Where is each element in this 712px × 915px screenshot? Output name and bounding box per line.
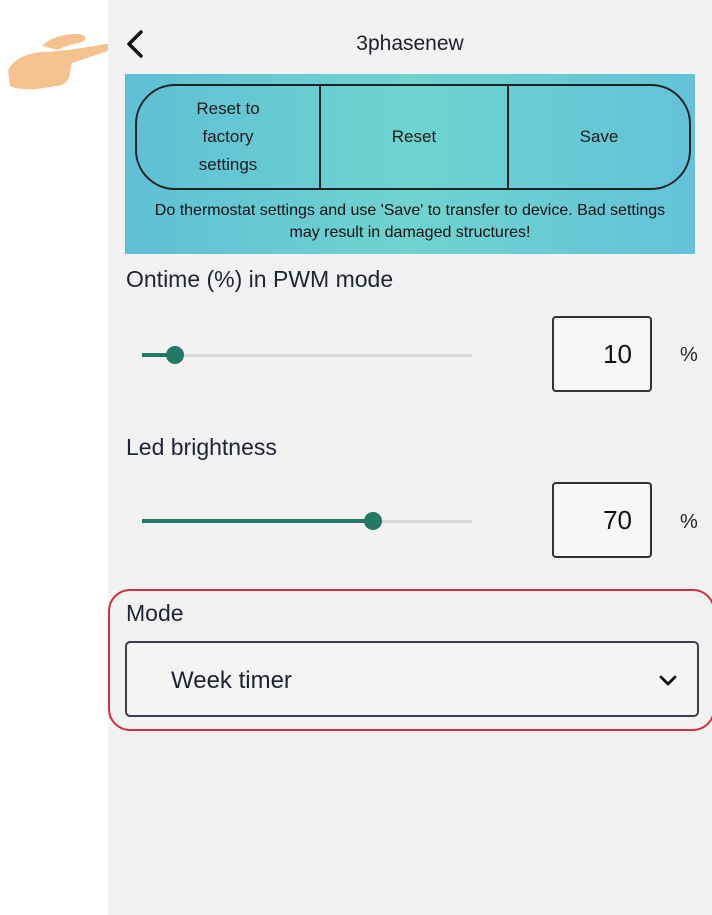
top-bar: 3phasenew [108, 8, 712, 80]
action-button-group: Reset to factory settings Reset Save [135, 84, 691, 190]
ontime-slider[interactable] [142, 343, 472, 367]
app-screen: 3phasenew Reset to factory settings Rese… [108, 0, 712, 915]
ontime-value-field[interactable]: 10 [552, 316, 652, 392]
mode-select[interactable]: Week timer [125, 641, 699, 717]
warning-note: Do thermostat settings and use 'Save' to… [154, 202, 666, 241]
led-slider[interactable] [142, 509, 472, 533]
mode-selected-value: Week timer [171, 667, 292, 694]
reset-factory-button[interactable]: Reset to factory settings [137, 86, 321, 188]
led-unit: % [680, 511, 698, 533]
action-banner: Reset to factory settings Reset Save Do … [125, 74, 695, 254]
pointing-hand-icon [8, 28, 112, 108]
page-title: 3phasenew [356, 32, 464, 55]
slider-thumb[interactable] [166, 346, 184, 364]
mode-label: Mode [126, 600, 184, 626]
chevron-down-icon [659, 675, 677, 686]
reset-button[interactable]: Reset [321, 86, 509, 188]
save-button[interactable]: Save [509, 86, 689, 188]
led-value-field[interactable]: 70 [552, 482, 652, 558]
ontime-label: Ontime (%) in PWM mode [126, 266, 394, 292]
slider-track [142, 354, 472, 357]
ontime-unit: % [680, 344, 698, 366]
slider-fill [142, 519, 373, 523]
led-label: Led brightness [126, 434, 277, 460]
slider-thumb[interactable] [364, 512, 382, 530]
